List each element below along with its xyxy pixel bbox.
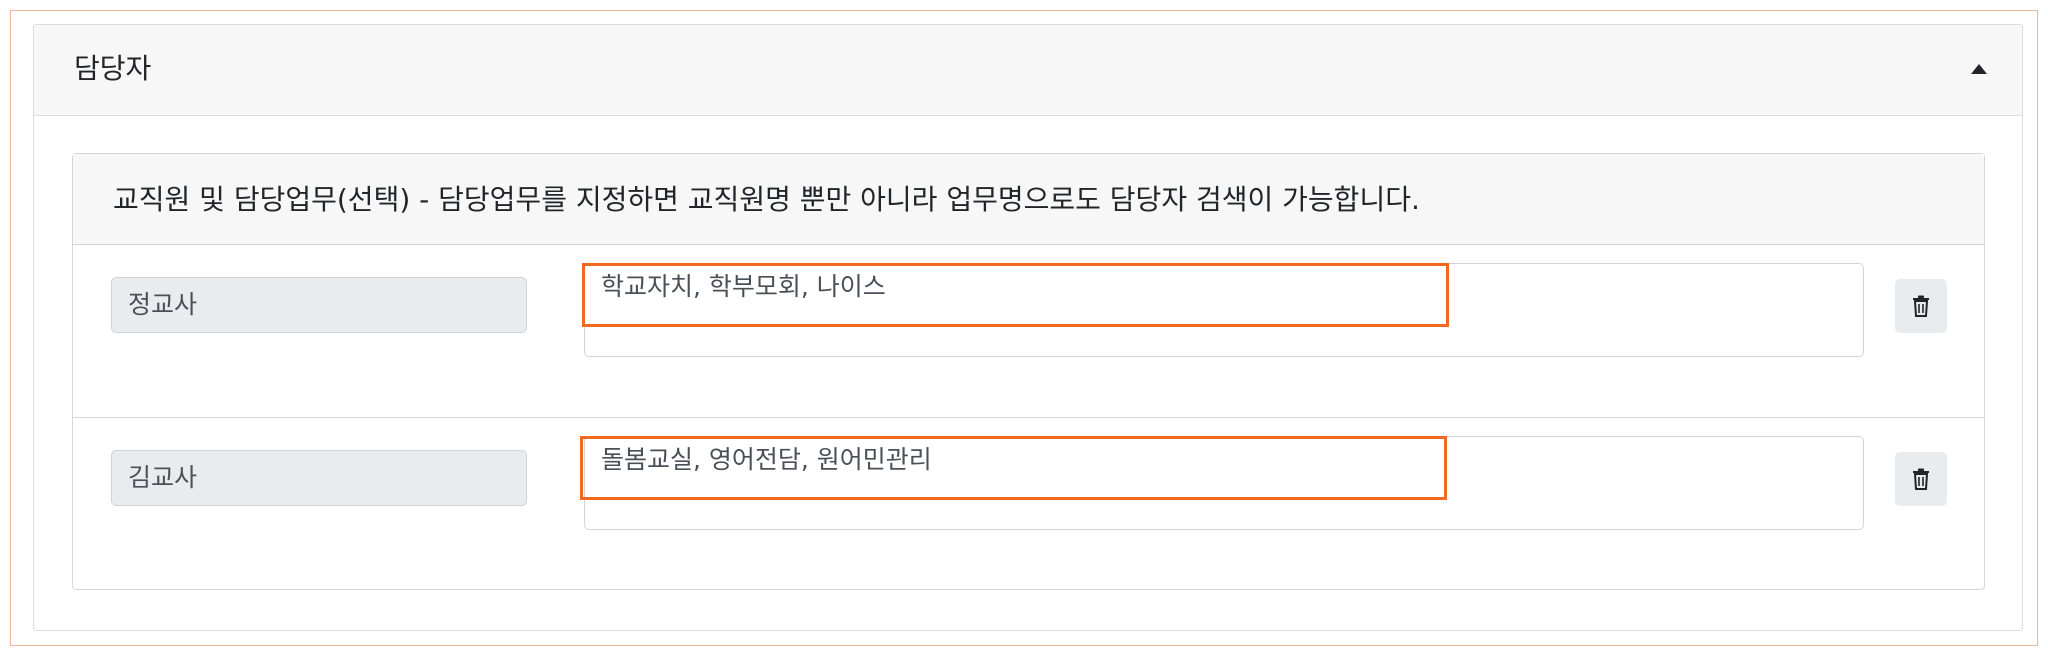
duties-input[interactable]: 학교자치, 학부모회, 나이스 [584,263,1864,357]
delete-button[interactable] [1895,279,1947,333]
manager-panel: 담당자 교직원 및 담당업무(선택) - 담당업무를 지정하면 교직원명 뿐만 … [33,24,2023,631]
panel-title: 담당자 [74,52,152,85]
trash-icon [1913,295,1929,317]
section-description: 교직원 및 담당업무(선택) - 담당업무를 지정하면 교직원명 뿐만 아니라 … [113,183,1420,216]
staff-row: 김교사 돌봄교실, 영어전담, 원어민관리 [73,417,1984,590]
staff-name-field: 김교사 [111,450,527,506]
delete-button[interactable] [1895,452,1947,506]
staff-name-field: 정교사 [111,277,527,333]
staff-row: 정교사 학교자치, 학부모회, 나이스 [73,245,1984,417]
section-header: 교직원 및 담당업무(선택) - 담당업무를 지정하면 교직원명 뿐만 아니라 … [73,154,1984,245]
staff-duties-section: 교직원 및 담당업무(선택) - 담당업무를 지정하면 교직원명 뿐만 아니라 … [72,153,1985,590]
caret-up-icon[interactable] [1970,62,1988,76]
trash-icon [1913,468,1929,490]
duties-input[interactable]: 돌봄교실, 영어전담, 원어민관리 [584,436,1864,530]
panel-header[interactable]: 담당자 [34,25,2022,116]
